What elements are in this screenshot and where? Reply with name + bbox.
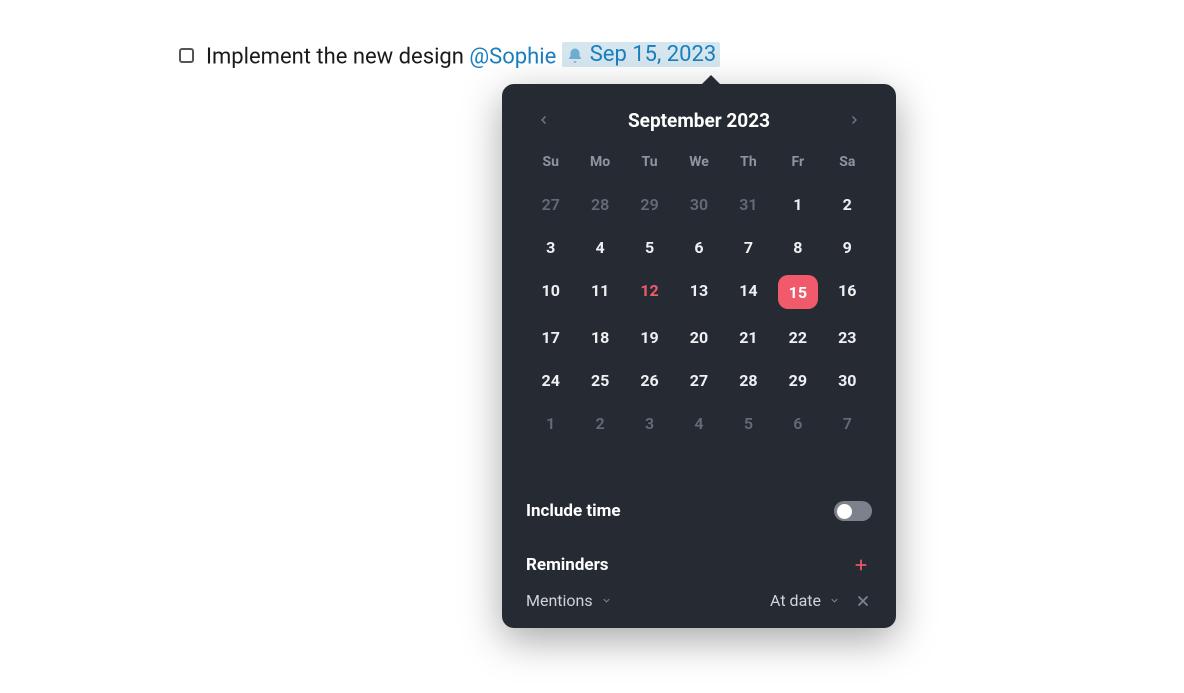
chevron-left-icon: [538, 114, 550, 126]
calendar-day[interactable]: 4: [681, 408, 717, 438]
calendar-day[interactable]: 23: [829, 322, 865, 352]
calendar-day[interactable]: 21: [730, 322, 766, 352]
date-chip[interactable]: Sep 15, 2023: [562, 42, 721, 67]
calendar-day[interactable]: 28: [730, 365, 766, 395]
include-time-toggle[interactable]: [834, 501, 872, 521]
chevron-down-icon: [601, 595, 612, 606]
calendar-day[interactable]: 11: [582, 275, 618, 305]
reminder-type-select[interactable]: Mentions: [526, 591, 612, 610]
calendar-day[interactable]: 30: [681, 189, 717, 219]
reminders-label: Reminders: [526, 555, 609, 575]
task-line: Implement the new design @Sophie Sep 15,…: [179, 42, 720, 70]
day-header: Sa: [823, 154, 872, 176]
remove-reminder-button[interactable]: [854, 592, 872, 610]
calendar-day[interactable]: 1: [533, 408, 569, 438]
calendar-day[interactable]: 18: [582, 322, 618, 352]
chevron-right-icon: [848, 114, 860, 126]
calendar-day[interactable]: 5: [632, 232, 668, 262]
calendar-day[interactable]: 19: [632, 322, 668, 352]
task-checkbox[interactable]: [179, 48, 194, 63]
calendar-day[interactable]: 3: [533, 232, 569, 262]
calendar-day[interactable]: 2: [582, 408, 618, 438]
reminder-item: Mentions At date: [526, 587, 872, 610]
calendar-day[interactable]: 20: [681, 322, 717, 352]
task-text[interactable]: Implement the new design @Sophie Sep 15,…: [206, 42, 720, 70]
include-time-label: Include time: [526, 501, 621, 521]
calendar-day[interactable]: 28: [582, 189, 618, 219]
day-header: Mo: [575, 154, 624, 176]
calendar-day[interactable]: 8: [780, 232, 816, 262]
calendar-day[interactable]: 9: [829, 232, 865, 262]
next-month-button[interactable]: [840, 106, 868, 134]
day-header: Su: [526, 154, 575, 176]
calendar-day[interactable]: 10: [533, 275, 569, 305]
calendar-day[interactable]: 27: [533, 189, 569, 219]
prev-month-button[interactable]: [530, 106, 558, 134]
calendar-day[interactable]: 22: [780, 322, 816, 352]
day-header: Tu: [625, 154, 674, 176]
calendar-day[interactable]: 27: [681, 365, 717, 395]
calendar-day[interactable]: 25: [582, 365, 618, 395]
bell-icon: [566, 47, 584, 65]
chevron-down-icon: [829, 595, 840, 606]
mention-chip[interactable]: @Sophie: [469, 45, 556, 70]
calendar-day[interactable]: 17: [533, 322, 569, 352]
calendar-day[interactable]: 29: [632, 189, 668, 219]
day-header: Th: [724, 154, 773, 176]
calendar-day[interactable]: 29: [780, 365, 816, 395]
calendar-title: September 2023: [628, 109, 770, 132]
calendar-day[interactable]: 24: [533, 365, 569, 395]
plus-icon: [853, 557, 869, 573]
reminders-row: Reminders: [526, 543, 872, 587]
calendar-grid: SuMoTuWeThFrSa27282930311234567891011121…: [526, 154, 872, 456]
calendar-day[interactable]: 14: [730, 275, 766, 305]
calendar-day[interactable]: 7: [829, 408, 865, 438]
calendar-day[interactable]: 2: [829, 189, 865, 219]
calendar-day[interactable]: 12: [632, 275, 668, 305]
calendar-day[interactable]: 31: [730, 189, 766, 219]
calendar-day[interactable]: 4: [582, 232, 618, 262]
calendar-day[interactable]: 3: [632, 408, 668, 438]
day-header: Fr: [773, 154, 822, 176]
include-time-row: Include time: [526, 489, 872, 533]
calendar-day[interactable]: 1: [780, 189, 816, 219]
calendar-day[interactable]: 13: [681, 275, 717, 305]
calendar-day[interactable]: 5: [730, 408, 766, 438]
calendar-day[interactable]: 16: [829, 275, 865, 305]
calendar-day[interactable]: 6: [681, 232, 717, 262]
calendar-day[interactable]: 7: [730, 232, 766, 262]
add-reminder-button[interactable]: [850, 554, 872, 576]
calendar-day[interactable]: 6: [780, 408, 816, 438]
calendar-day[interactable]: 30: [829, 365, 865, 395]
calendar-day[interactable]: 15: [778, 275, 818, 309]
day-header: We: [674, 154, 723, 176]
calendar-day[interactable]: 26: [632, 365, 668, 395]
reminder-when-select[interactable]: At date: [770, 591, 840, 610]
date-popover: September 2023 SuMoTuWeThFrSa27282930311…: [502, 84, 896, 628]
calendar-header: September 2023: [526, 106, 872, 154]
